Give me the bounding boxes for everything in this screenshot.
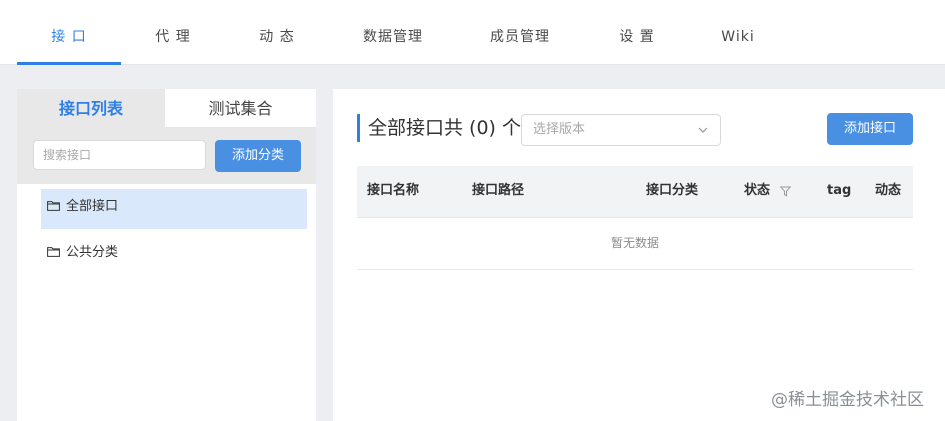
add-interface-button[interactable]: 添加接口 <box>827 113 913 145</box>
tab-proxy[interactable]: 代 理 <box>128 0 218 65</box>
tree-item-label: 公共分类 <box>66 245 119 260</box>
column-header-activity: 动态 <box>875 183 902 198</box>
segment-interface-list[interactable]: 接口列表 <box>17 89 165 128</box>
version-select-placeholder: 选择版本 <box>533 122 586 137</box>
column-header-category: 接口分类 <box>646 183 699 198</box>
filter-icon[interactable] <box>780 186 791 197</box>
column-header-tag: tag <box>827 183 852 198</box>
column-header-status: 状态 <box>744 183 771 198</box>
folder-icon <box>47 247 60 257</box>
tab-settings[interactable]: 设 置 <box>592 0 682 65</box>
page-title: 全部接口共 (0) 个 <box>368 117 521 139</box>
tab-member-management[interactable]: 成员管理 <box>477 0 563 65</box>
column-header-name: 接口名称 <box>367 183 420 198</box>
add-category-button[interactable]: 添加分类 <box>215 140 301 172</box>
segment-test-collection[interactable]: 测试集合 <box>165 89 316 128</box>
table-empty-state: 暂无数据 <box>357 218 913 270</box>
chevron-down-icon <box>698 127 708 133</box>
tab-wiki[interactable]: Wiki <box>708 0 768 65</box>
tree-item-label: 全部接口 <box>66 199 119 214</box>
tab-data-management[interactable]: 数据管理 <box>350 0 436 65</box>
active-tab-indicator <box>17 62 121 65</box>
folder-icon <box>47 201 60 211</box>
tab-activity[interactable]: 动 态 <box>232 0 322 65</box>
sidebar-panel: 接口列表 测试集合 添加分类 全部接口 公共分类 <box>17 89 316 421</box>
tab-interfaces[interactable]: 接 口 <box>17 0 121 65</box>
column-header-path: 接口路径 <box>472 183 525 198</box>
top-nav: 接 口 代 理 动 态 数据管理 成员管理 设 置 Wiki <box>0 0 945 65</box>
table-header: 接口名称 接口路径 接口分类 状态 tag 动态 <box>357 166 913 218</box>
title-accent-bar <box>357 114 360 142</box>
tree-item-all-interfaces[interactable]: 全部接口 <box>41 189 307 229</box>
watermark: @稀土掘金技术社区 <box>771 390 924 410</box>
version-select[interactable]: 选择版本 <box>521 114 721 146</box>
sidebar-search-bar: 添加分类 <box>17 128 316 184</box>
search-input[interactable] <box>33 140 206 170</box>
tree-item-public-category[interactable]: 公共分类 <box>41 235 307 275</box>
main-panel: 全部接口共 (0) 个 选择版本 添加接口 接口名称 接口路径 接口分类 状态 … <box>333 89 945 421</box>
